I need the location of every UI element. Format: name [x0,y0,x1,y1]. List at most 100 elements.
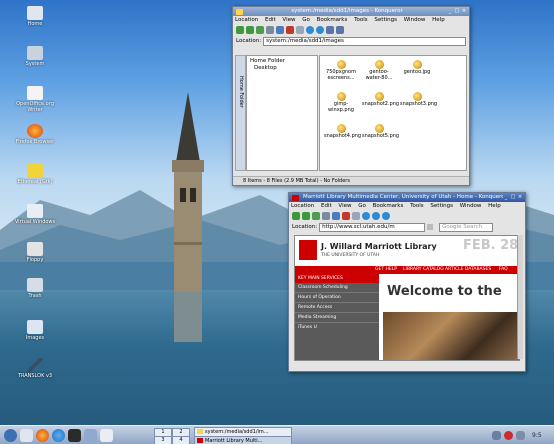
find-icon[interactable] [382,212,390,220]
kde-menu-icon[interactable] [4,429,17,442]
close-icon[interactable]: × [461,8,467,14]
sidebar-tabs[interactable]: Home Folder [235,55,246,171]
menu-bookmarks[interactable]: Bookmarks [373,203,404,209]
url-dropdown-icon[interactable] [427,224,434,230]
reload-icon[interactable] [332,212,340,220]
home-icon[interactable] [20,429,33,442]
service-link[interactable]: Hours of Operation [295,293,379,303]
service-link[interactable]: iTunes U [295,323,379,332]
url-input[interactable]: http://www.scl.utah.edu/m [319,222,426,232]
clock[interactable]: 9:5 [532,426,552,444]
desktop-icon-virtual-windows[interactable]: Virtual Windows [10,204,60,225]
search-input[interactable]: Google Search [439,222,494,232]
home-icon[interactable] [322,212,330,220]
menu-window[interactable]: Window [460,203,482,209]
desktop-icon-trash[interactable]: Trash [10,278,60,299]
desktop-icon[interactable] [84,429,97,442]
library-name[interactable]: J. Willard Marriott Library [321,242,437,251]
sidebar-tab-home[interactable]: Home Folder [237,76,244,126]
menu-settings[interactable]: Settings [430,203,453,209]
back-icon[interactable] [236,26,244,34]
folder-tree[interactable]: Home Folder Desktop [246,55,318,171]
up-icon[interactable] [256,26,264,34]
volume-tray-icon[interactable] [516,431,525,440]
file-item[interactable]: gimp-winxp.png [324,92,358,113]
zoom-out-icon[interactable] [372,212,380,220]
maximize-icon[interactable]: □ [510,194,516,200]
utah-u-logo[interactable] [299,240,317,260]
up-icon[interactable] [312,212,320,220]
forward-icon[interactable] [302,212,310,220]
menu-location[interactable]: Location [235,17,258,23]
menu-edit[interactable]: Edit [321,203,332,209]
file-item[interactable]: gentoo.jpg [400,60,434,76]
icon-view-icon[interactable] [326,26,334,34]
browser-window-titlebar[interactable]: Marriott Library Multimedia Center, Univ… [289,193,525,202]
konqueror-browser-window[interactable]: Marriott Library Multimedia Center, Univ… [288,192,526,372]
menu-tools[interactable]: Tools [354,17,368,23]
vertical-scrollbar[interactable] [517,235,523,359]
pager-desktop-3[interactable]: 3 [154,436,172,444]
firefox-icon[interactable] [36,429,49,442]
zoom-out-icon[interactable] [316,26,324,34]
zoom-in-icon[interactable] [362,212,370,220]
desktop-icon-ethereal[interactable]: Ethereal (Gtk) [10,164,60,185]
nav-article-databases[interactable]: ARTICLE DATABASES [445,266,491,274]
minimize-icon[interactable]: _ [447,8,453,14]
stop-icon[interactable] [286,26,294,34]
menu-help[interactable]: Help [488,203,501,209]
desktop-icon-home[interactable]: Home [10,6,60,27]
task-button-browser[interactable]: Marriott Library Multi... [194,436,292,444]
file-item[interactable]: snapshot3.png [400,92,437,108]
tree-item-desktop[interactable]: Desktop [254,65,277,71]
desktop-icon-firefox[interactable]: Firefox Browser [10,124,60,145]
file-window-titlebar[interactable]: system:/media/sdd1/images - Konqueror _ … [233,7,469,16]
file-item[interactable]: snapshot4.png [324,124,361,140]
location-input[interactable]: system:/media/sdd1/images [263,36,466,46]
reload-icon[interactable] [276,26,284,34]
network-tray-icon[interactable] [492,431,501,440]
pager-desktop-4[interactable]: 4 [172,436,190,444]
menu-help[interactable]: Help [432,17,445,23]
file-item[interactable]: gentoo-water-80... [362,60,396,81]
print-icon[interactable] [352,212,360,220]
stop-icon[interactable] [342,212,350,220]
service-link[interactable]: Remote Access [295,303,379,313]
back-icon[interactable] [292,212,300,220]
service-link[interactable]: Media Streaming [295,313,379,323]
desktop-icon-writer[interactable]: OpenOffice.org Writer [10,86,60,113]
menu-settings[interactable]: Settings [374,17,397,23]
desktop-icon-translok[interactable]: TRANSLOK v3 [10,358,60,379]
konqueror-icon[interactable] [52,429,65,442]
desktop-icon-images[interactable]: Images [10,320,60,341]
file-item[interactable]: snapshot2.png [362,92,399,108]
konqueror-file-window[interactable]: system:/media/sdd1/images - Konqueror _ … [232,6,470,186]
list-view-icon[interactable] [336,26,344,34]
menu-view[interactable]: View [338,203,351,209]
nav-get-help[interactable]: GET HELP [375,266,397,274]
nav-faq[interactable]: FAQ [499,266,508,274]
menu-edit[interactable]: Edit [265,17,276,23]
close-icon[interactable]: × [517,194,523,200]
tree-item-home[interactable]: Home Folder [250,58,285,64]
nav-library-catalog[interactable]: LIBRARY CATALOG [403,266,444,274]
menu-view[interactable]: View [282,17,295,23]
menu-go[interactable]: Go [358,203,366,209]
update-tray-icon[interactable] [504,431,513,440]
desktop-icon-floppy[interactable]: Floppy [10,242,60,263]
menu-location[interactable]: Location [291,203,314,209]
desktop-icon-system[interactable]: System [10,46,60,67]
file-icon-view[interactable]: 750pxgnom escreens... gentoo-water-80...… [319,55,467,171]
window-icon[interactable] [100,429,113,442]
copy-icon[interactable] [296,26,304,34]
menu-tools[interactable]: Tools [410,203,424,209]
file-item[interactable]: 750pxgnom escreens... [324,60,358,81]
terminal-icon[interactable] [68,429,81,442]
maximize-icon[interactable]: □ [454,8,460,14]
forward-icon[interactable] [246,26,254,34]
menu-bookmarks[interactable]: Bookmarks [317,17,348,23]
service-link[interactable]: Classroom Scheduling [295,283,379,293]
home-icon[interactable] [266,26,274,34]
file-item[interactable]: snapshot5.png [362,124,399,140]
minimize-icon[interactable]: _ [503,194,509,200]
